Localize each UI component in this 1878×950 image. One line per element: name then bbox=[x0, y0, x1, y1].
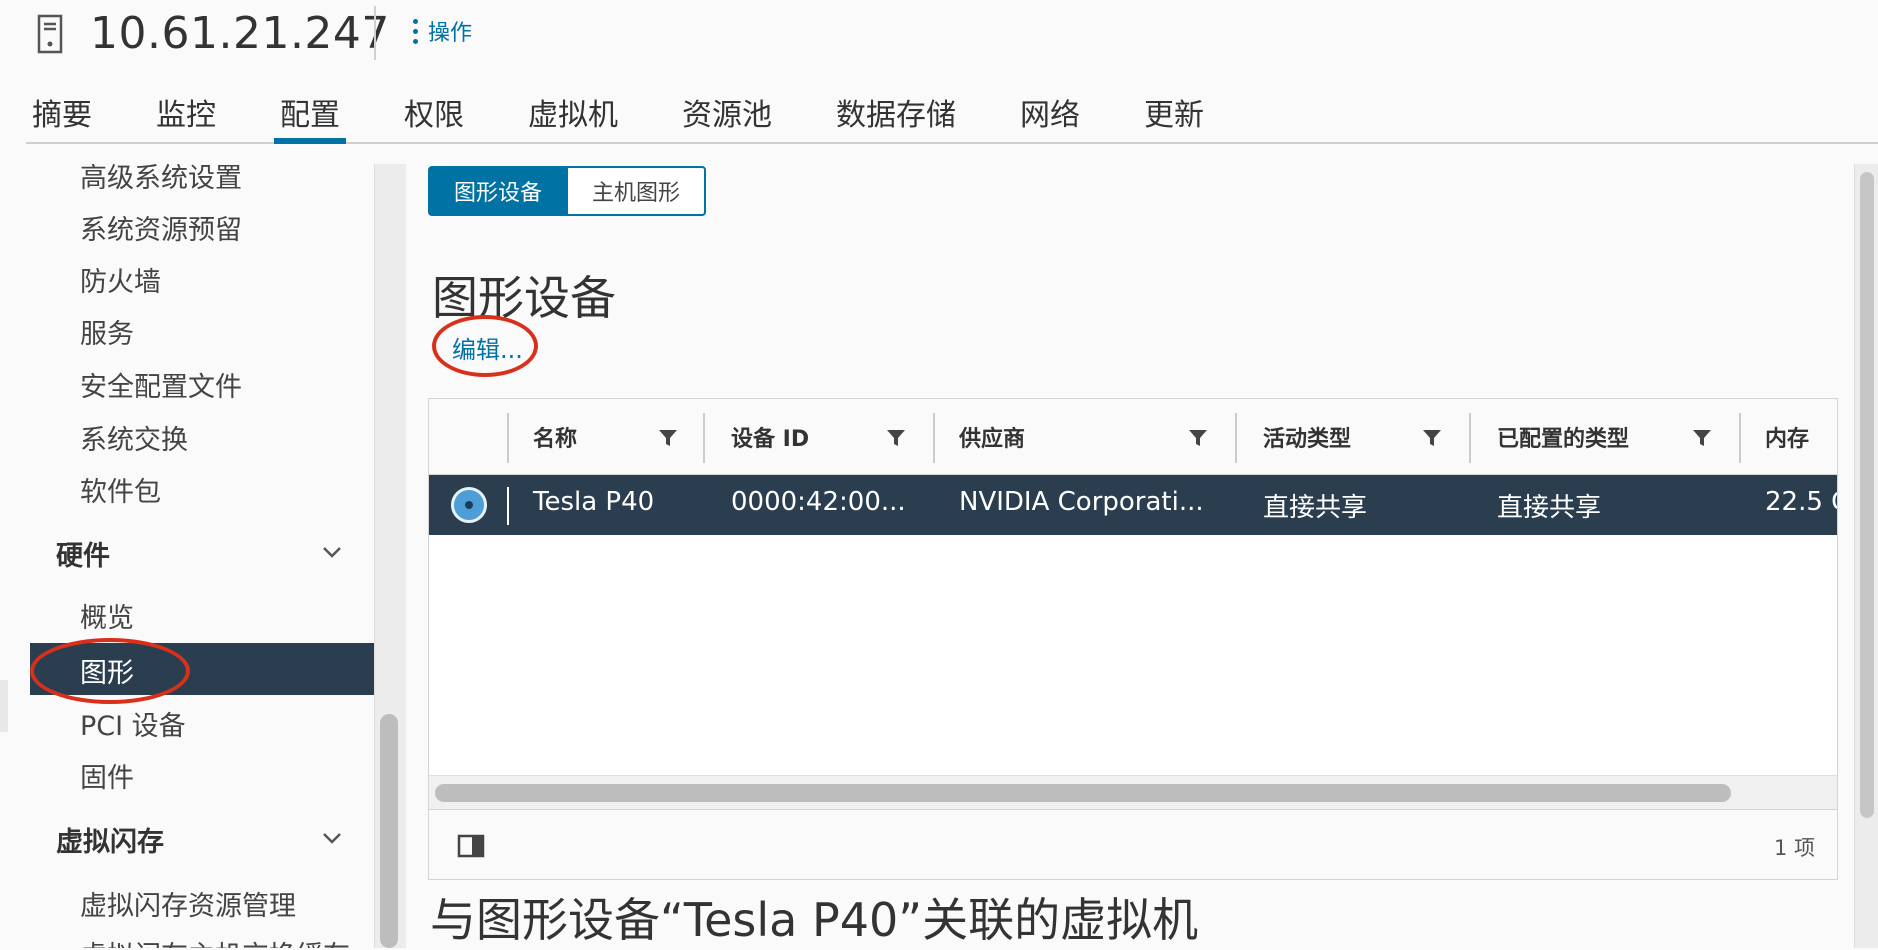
host-title: 10.61.21.247 bbox=[90, 8, 390, 59]
column-separator[interactable] bbox=[703, 413, 705, 463]
sidebar-item-security-profile[interactable]: 安全配置文件 bbox=[80, 365, 242, 404]
tab-resource-pools[interactable]: 资源池 bbox=[676, 84, 778, 144]
tab-monitor[interactable]: 监控 bbox=[150, 84, 222, 144]
cell-name: Tesla P40 bbox=[533, 487, 655, 517]
sidebar-group-vflash[interactable]: 虚拟闪存 bbox=[56, 820, 164, 859]
object-tabs: 摘要 监控 配置 权限 虚拟机 资源池 数据存储 网络 更新 bbox=[26, 84, 1878, 144]
sidebar-item-packages[interactable]: 软件包 bbox=[80, 470, 161, 509]
server-icon bbox=[37, 14, 63, 54]
sidebar-item-firewall[interactable]: 防火墙 bbox=[80, 260, 161, 299]
filter-icon[interactable] bbox=[885, 427, 907, 449]
chevron-down-icon[interactable] bbox=[320, 826, 344, 850]
column-header-name[interactable]: 名称 bbox=[533, 421, 577, 453]
table-row[interactable]: Tesla P40 0000:42:00... NVIDIA Corporati… bbox=[429, 475, 1837, 535]
associated-vms-title: 与图形设备“Tesla P40”关联的虚拟机 bbox=[430, 893, 1199, 947]
sidebar-rail bbox=[0, 680, 8, 732]
segment-host-graphics[interactable]: 主机图形 bbox=[568, 166, 707, 216]
segment-graphics-devices[interactable]: 图形设备 bbox=[428, 166, 569, 216]
column-header-configured-type[interactable]: 已配置的类型 bbox=[1497, 421, 1629, 453]
filter-icon[interactable] bbox=[1691, 427, 1713, 449]
column-header-memory[interactable]: 内存 bbox=[1765, 421, 1809, 453]
filter-icon[interactable] bbox=[1421, 427, 1443, 449]
tab-datastores[interactable]: 数据存储 bbox=[830, 84, 962, 144]
tab-permissions[interactable]: 权限 bbox=[398, 84, 470, 144]
column-separator[interactable] bbox=[1235, 413, 1237, 463]
main-content: 图形设备 主机图形 图形设备 编辑... 名称 设备 ID 供应商 活动类型 已… bbox=[406, 164, 1854, 948]
table-horizontal-scrollbar[interactable] bbox=[429, 775, 1837, 809]
column-header-active-type[interactable]: 活动类型 bbox=[1263, 421, 1351, 453]
table-header: 名称 设备 ID 供应商 活动类型 已配置的类型 内存 bbox=[429, 399, 1837, 475]
actions-menu-button[interactable]: 操作 bbox=[412, 16, 472, 46]
sidebar-item-services[interactable]: 服务 bbox=[80, 312, 134, 351]
filter-icon[interactable] bbox=[657, 427, 679, 449]
config-sidebar: 高级系统设置 系统资源预留 防火墙 服务 安全配置文件 系统交换 软件包 硬件 … bbox=[0, 164, 374, 948]
tab-updates[interactable]: 更新 bbox=[1138, 84, 1210, 144]
sidebar-scrollbar-thumb[interactable] bbox=[380, 714, 398, 948]
tab-configure[interactable]: 配置 bbox=[274, 84, 346, 144]
sidebar-item-label: 图形 bbox=[80, 658, 134, 689]
filter-icon[interactable] bbox=[1187, 427, 1209, 449]
column-separator[interactable] bbox=[1469, 413, 1471, 463]
tab-summary[interactable]: 摘要 bbox=[26, 84, 98, 144]
cell-configured-type: 直接共享 bbox=[1497, 493, 1602, 523]
sidebar-item-graphics[interactable]: 图形 bbox=[30, 643, 374, 695]
sidebar-item-system-swap[interactable]: 系统交换 bbox=[80, 418, 188, 457]
row-separator bbox=[507, 487, 509, 525]
section-title: 图形设备 bbox=[432, 271, 616, 325]
row-select-radio[interactable] bbox=[451, 487, 487, 523]
column-header-vendor[interactable]: 供应商 bbox=[959, 421, 1025, 453]
cell-device-id: 0000:42:00... bbox=[731, 487, 906, 517]
view-toggle: 图形设备 主机图形 bbox=[428, 166, 707, 216]
object-header: 10.61.21.247 操作 bbox=[0, 0, 1878, 70]
sidebar-group-hardware[interactable]: 硬件 bbox=[56, 534, 110, 573]
sidebar-item-vflash-resource[interactable]: 虚拟闪存资源管理 bbox=[80, 884, 296, 923]
tab-vms[interactable]: 虚拟机 bbox=[522, 84, 624, 144]
cell-vendor: NVIDIA Corporati... bbox=[959, 487, 1204, 517]
sidebar-item-resource-reservation[interactable]: 系统资源预留 bbox=[80, 208, 242, 247]
cell-memory: 22.5 G bbox=[1765, 487, 1837, 517]
column-header-device-id[interactable]: 设备 ID bbox=[731, 421, 809, 453]
sidebar-item-advanced-settings[interactable]: 高级系统设置 bbox=[80, 164, 242, 195]
table-scrollbar-thumb[interactable] bbox=[435, 784, 1731, 802]
item-count: 1 项 bbox=[1773, 836, 1815, 860]
column-separator[interactable] bbox=[1739, 413, 1741, 463]
edit-button[interactable]: 编辑... bbox=[452, 330, 523, 365]
column-separator[interactable] bbox=[933, 413, 935, 463]
header-divider bbox=[374, 6, 376, 60]
kebab-icon bbox=[412, 18, 418, 44]
sidebar-item-firmware[interactable]: 固件 bbox=[80, 756, 134, 795]
table-footer: 1 项 bbox=[429, 809, 1837, 879]
tab-networks[interactable]: 网络 bbox=[1014, 84, 1086, 144]
sidebar-item-pci-devices[interactable]: PCI 设备 bbox=[80, 704, 186, 743]
column-separator[interactable] bbox=[507, 413, 509, 463]
column-toggle-icon[interactable] bbox=[457, 834, 485, 858]
sidebar-item-vflash-cache[interactable]: 虚拟闪存主机交换缓存 bbox=[80, 934, 350, 948]
main-scrollbar-thumb[interactable] bbox=[1860, 172, 1874, 818]
cell-active-type: 直接共享 bbox=[1263, 493, 1368, 523]
sidebar-item-overview[interactable]: 概览 bbox=[80, 596, 134, 635]
actions-label: 操作 bbox=[428, 21, 473, 46]
devices-table: 名称 设备 ID 供应商 活动类型 已配置的类型 内存 Tesla P40 00… bbox=[428, 398, 1838, 880]
chevron-down-icon[interactable] bbox=[320, 540, 344, 564]
